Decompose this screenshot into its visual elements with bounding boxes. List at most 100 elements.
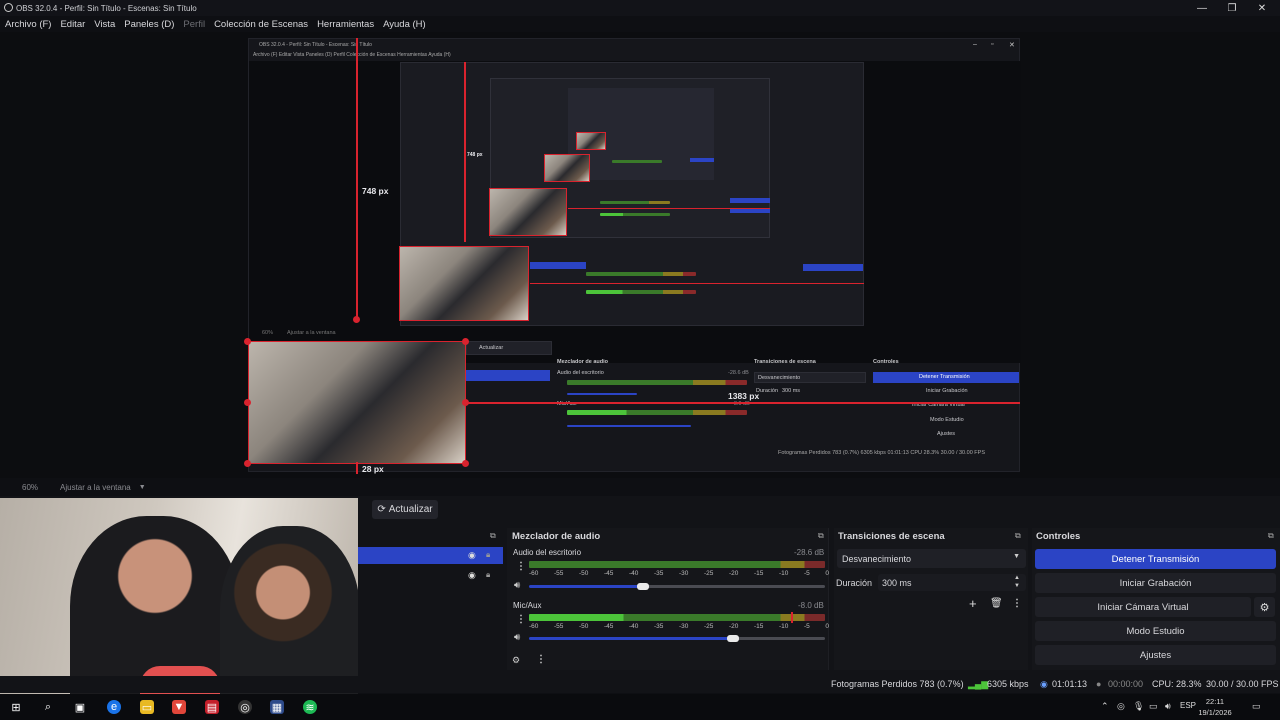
record-time: 00:00:00: [1108, 679, 1144, 689]
duration-stepper-icon[interactable]: ▲ ▼: [1014, 574, 1020, 590]
update-button[interactable]: ⟳ Actualizar: [372, 500, 438, 519]
tick: -30: [679, 570, 689, 577]
minimize-button[interactable]: —: [1187, 0, 1217, 16]
nested4-meter: [612, 160, 662, 163]
webcam-person-2: [220, 526, 358, 700]
controls-title: Controles: [1036, 531, 1081, 542]
app-icon-blue[interactable]: ▦: [270, 700, 284, 714]
channel-desktop-speaker-icon[interactable]: 🔊︎: [514, 580, 520, 591]
eye-icon[interactable]: ◉: [468, 570, 476, 581]
channel-mic-slider-knob[interactable]: [727, 635, 739, 642]
mixer-settings-gear-icon[interactable]: ⚙: [512, 655, 520, 666]
tick: 0: [825, 570, 829, 577]
notifications-icon[interactable]: ▭: [1252, 701, 1261, 712]
menu-docks[interactable]: Paneles (D): [124, 19, 174, 30]
brave-browser-icon[interactable]: ▼: [172, 700, 186, 714]
sources-list: ◉ 🔒︎ ◉ 🔒︎: [358, 527, 503, 673]
menu-view[interactable]: Vista: [94, 19, 115, 30]
zoom-value[interactable]: 60%: [22, 483, 38, 492]
nested-webcam-thumb-4: [544, 154, 590, 182]
source-row[interactable]: ◉ 🔒︎: [358, 567, 503, 584]
menu-tools[interactable]: Herramientas: [317, 19, 374, 30]
windows-start-icon[interactable]: ⊞: [9, 700, 23, 714]
menu-profile[interactable]: Perfil: [183, 19, 205, 30]
nested-fit: Ajustar a la ventana: [287, 330, 336, 336]
selection-handle-bottom-right[interactable]: [462, 460, 469, 467]
tray-mic-icon[interactable]: 🎙︎: [1133, 701, 1144, 712]
obs-taskbar-icon[interactable]: ◎: [238, 700, 252, 714]
app-icon-red[interactable]: ▤: [205, 700, 219, 714]
menu-help[interactable]: Ayuda (H): [383, 19, 426, 30]
studio-mode-button[interactable]: Modo Estudio: [1035, 621, 1276, 641]
measure-horizontal: 1383 px: [728, 391, 760, 401]
tray-chevron-up-icon[interactable]: ⌃: [1101, 701, 1109, 712]
fit-to-window[interactable]: Ajustar a la ventana: [60, 483, 131, 492]
start-recording-button[interactable]: Iniciar Grabación: [1035, 573, 1276, 593]
transitions-panel-menu-icon[interactable]: ⧉: [1015, 531, 1021, 541]
source-row-selected[interactable]: ◉ 🔒︎: [358, 547, 503, 564]
close-button[interactable]: ✕: [1247, 0, 1277, 16]
spotify-icon[interactable]: ≋: [303, 700, 317, 714]
nested2-desktop-meter: [586, 272, 696, 276]
tray-network-icon[interactable]: ▭: [1149, 701, 1158, 712]
clock[interactable]: 22:11 19/1/2026: [1197, 696, 1233, 718]
menu-edit[interactable]: Editar: [60, 19, 85, 30]
stop-streaming-button[interactable]: Detener Transmisión: [1035, 549, 1276, 569]
selection-handle-top[interactable]: [353, 316, 360, 323]
search-icon[interactable]: ⌕: [41, 700, 55, 714]
eye-icon[interactable]: ◉: [468, 550, 476, 561]
controls-panel-menu-icon[interactable]: ⧉: [1268, 531, 1274, 541]
tick: -35: [654, 623, 664, 630]
nested-record-label: Iniciar Grabación: [926, 388, 968, 394]
settings-button[interactable]: Ajustes: [1035, 645, 1276, 665]
tick: -20: [729, 623, 739, 630]
selection-handle-right[interactable]: [462, 399, 469, 406]
tray-volume-icon[interactable]: 🔊︎: [1165, 701, 1171, 712]
lock-icon[interactable]: 🔒︎: [486, 570, 490, 580]
transitions-title: Transiciones de escena: [838, 531, 945, 542]
channel-mic-speaker-icon[interactable]: 🔊︎: [514, 632, 520, 643]
selection-handle-top-right[interactable]: [462, 338, 469, 345]
nested-update-button: Actualizar: [466, 341, 552, 355]
selection-handle-bottom-left[interactable]: [244, 460, 251, 467]
cpu-usage: CPU: 28.3%: [1152, 679, 1202, 689]
transition-select[interactable]: Desvanecimiento ▼: [837, 549, 1026, 568]
window-title: OBS 32.0.4 - Perfil: Sin Título - Escena…: [16, 3, 197, 13]
stream-icon: ◉: [1040, 679, 1048, 689]
edge-browser-icon[interactable]: e: [107, 700, 121, 714]
tick: -45: [604, 623, 614, 630]
nested2-stop-button: [803, 264, 863, 271]
duration-field[interactable]: 300 ms ▲ ▼: [878, 574, 1026, 591]
channel-desktop-menu-icon[interactable]: ⋮: [516, 561, 526, 572]
nested3-mic-meter: [600, 213, 670, 216]
start-virtual-camera-button[interactable]: Iniciar Cámara Virtual: [1035, 597, 1251, 617]
channel-desktop-slider-fill: [529, 585, 643, 588]
lock-icon[interactable]: 🔒︎: [486, 550, 490, 560]
language-indicator[interactable]: ESP: [1180, 701, 1196, 710]
transition-selected-label: Desvanecimiento: [842, 553, 912, 564]
selection-handle-top-left[interactable]: [244, 338, 251, 345]
maximize-button[interactable]: ❐: [1217, 0, 1247, 16]
menu-scene-collection[interactable]: Colección de Escenas: [214, 19, 308, 30]
mixer-menu-icon[interactable]: ⋮: [536, 654, 546, 665]
channel-desktop-slider-knob[interactable]: [637, 583, 649, 590]
remove-transition-icon[interactable]: 🗑︎: [990, 598, 1003, 609]
channel-desktop-name: Audio del escritorio: [513, 548, 582, 557]
transition-menu-icon[interactable]: ⋮: [1012, 598, 1022, 609]
tick: -25: [704, 570, 714, 577]
file-explorer-icon[interactable]: ▭: [140, 700, 154, 714]
channel-mic-menu-icon[interactable]: ⋮: [516, 614, 526, 625]
menu-file[interactable]: Archivo (F): [5, 19, 51, 30]
virtual-camera-gear-icon[interactable]: ⚙: [1254, 597, 1275, 617]
zoom-dropdown-icon[interactable]: ▼: [139, 484, 146, 491]
nested-title: OBS 32.0.4 - Perfil: Sin Título - Escena…: [259, 42, 372, 48]
nested-desktop-label: Audio del escritorio: [557, 370, 604, 376]
tray-obs-icon[interactable]: ◎: [1117, 701, 1125, 712]
channel-mic-slider-rest: [734, 637, 825, 640]
nested-scene-selected: [466, 370, 550, 381]
task-view-icon[interactable]: ▣: [73, 700, 87, 714]
mixer-panel-menu-icon[interactable]: ⧉: [818, 531, 824, 541]
selection-handle-left[interactable]: [244, 399, 251, 406]
add-transition-icon[interactable]: +: [969, 596, 977, 611]
nested-studio-label: Modo Estudio: [930, 417, 964, 423]
